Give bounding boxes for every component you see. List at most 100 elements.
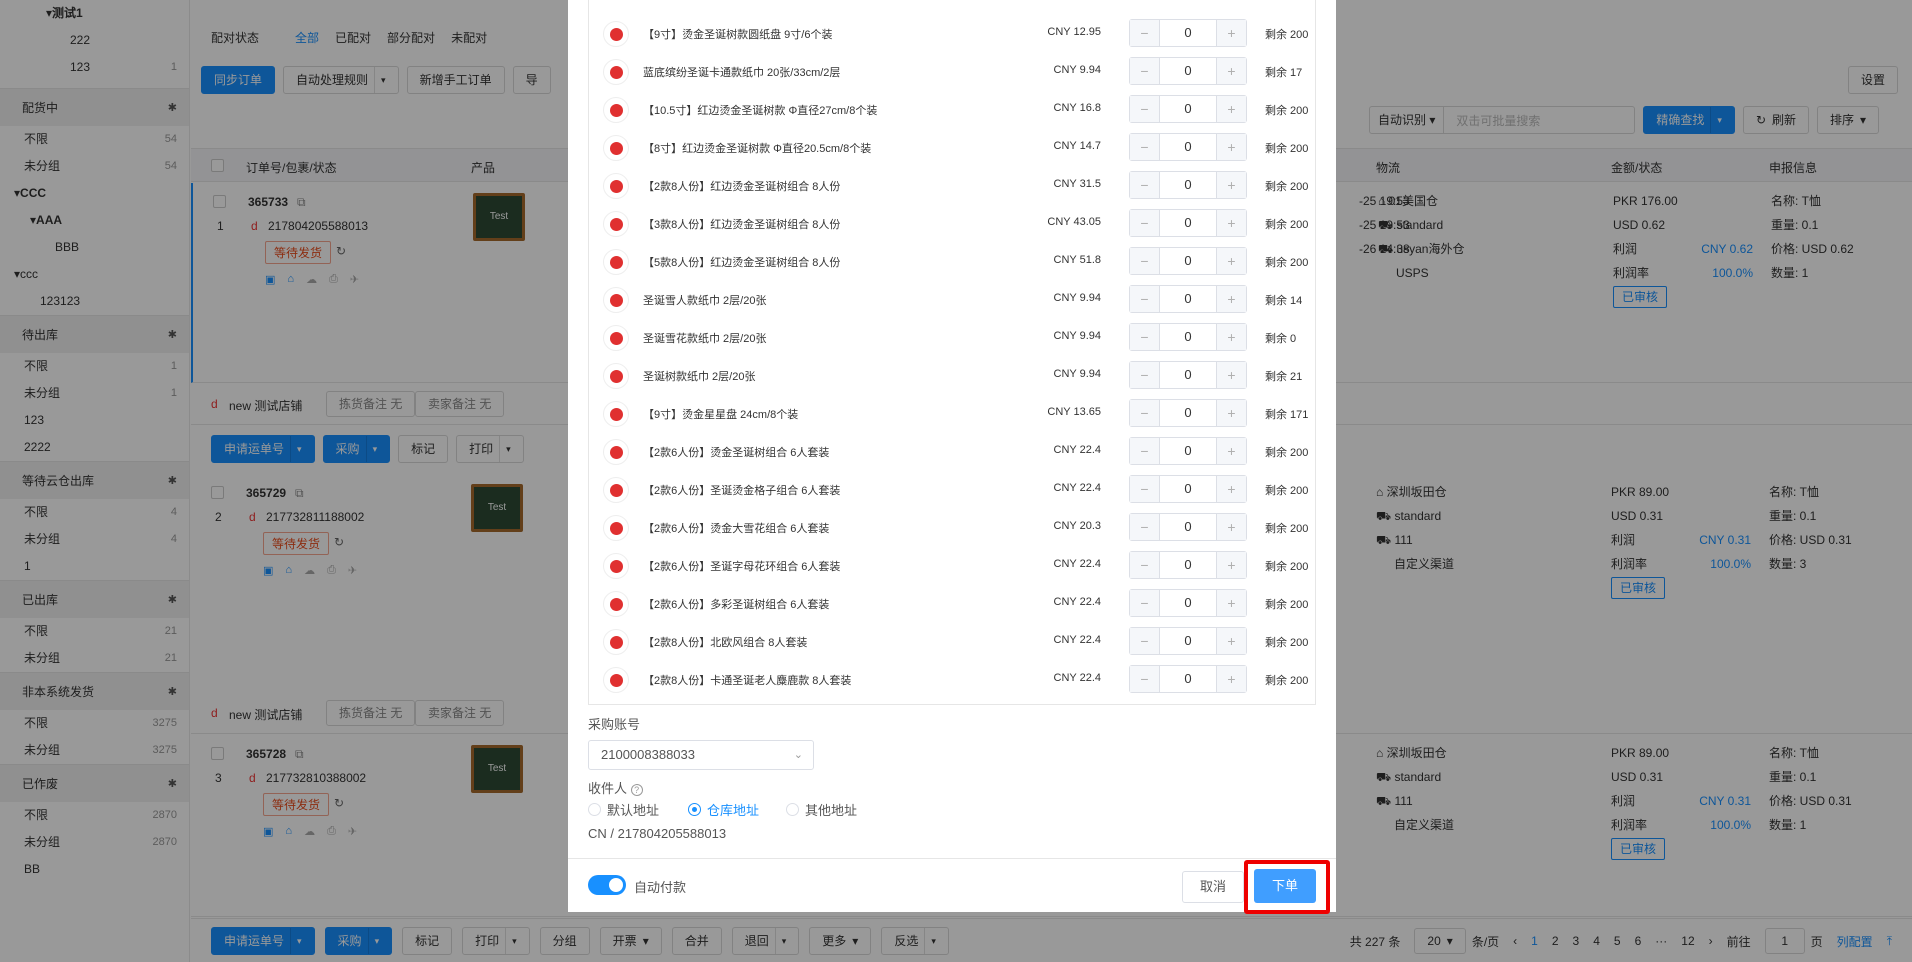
minus-icon[interactable]: − [1130, 58, 1160, 84]
quantity-input[interactable]: 0 [1160, 476, 1216, 502]
product-image [603, 401, 629, 427]
minus-icon[interactable]: − [1130, 438, 1160, 464]
quantity-input[interactable]: 0 [1160, 628, 1216, 654]
quantity-input[interactable]: 0 [1160, 324, 1216, 350]
plus-icon[interactable]: + [1216, 514, 1246, 540]
quantity-input[interactable]: 0 [1160, 96, 1216, 122]
product-stock: 剩余 200 [1265, 485, 1309, 497]
radio-warehouse-address[interactable]: 仓库地址 [688, 800, 759, 819]
quantity-input[interactable]: 0 [1160, 286, 1216, 312]
quantity-stepper[interactable]: −0 + [1129, 209, 1247, 237]
help-icon[interactable]: ? [630, 784, 643, 796]
minus-icon[interactable]: − [1130, 476, 1160, 502]
minus-icon[interactable]: − [1130, 324, 1160, 350]
minus-icon[interactable]: − [1130, 590, 1160, 616]
quantity-input[interactable]: 0 [1160, 362, 1216, 388]
quantity-input[interactable]: 0 [1160, 134, 1216, 160]
quantity-input[interactable]: 0 [1160, 210, 1216, 236]
product-price: CNY 20.3 [1053, 520, 1102, 532]
minus-icon[interactable]: − [1130, 248, 1160, 274]
minus-icon[interactable]: − [1130, 362, 1160, 388]
minus-icon[interactable]: − [1130, 400, 1160, 426]
quantity-stepper[interactable]: −0 + [1129, 399, 1247, 427]
product-image [603, 59, 629, 85]
radio-other-address[interactable]: 其他地址 [786, 800, 857, 819]
product-name: 【2款6人份】圣诞字母花环组合 6人套装 [643, 561, 841, 573]
plus-icon[interactable]: + [1216, 666, 1246, 692]
product-image [603, 249, 629, 275]
quantity-stepper[interactable]: −0 + [1129, 133, 1247, 161]
minus-icon[interactable]: − [1130, 552, 1160, 578]
quantity-stepper[interactable]: −0 + [1129, 475, 1247, 503]
cancel-button[interactable]: 取消 [1182, 871, 1244, 903]
minus-icon[interactable]: − [1130, 666, 1160, 692]
quantity-input[interactable]: 0 [1160, 552, 1216, 578]
quantity-stepper[interactable]: −0 + [1129, 323, 1247, 351]
quantity-input[interactable]: 0 [1160, 248, 1216, 274]
quantity-stepper[interactable]: −0 + [1129, 171, 1247, 199]
plus-icon[interactable]: + [1216, 286, 1246, 312]
product-name: 【2款6人份】烫金圣诞树组合 6人套装 [643, 447, 830, 459]
product-image [603, 629, 629, 655]
product-stock: 剩余 0 [1265, 333, 1297, 345]
quantity-input[interactable]: 0 [1160, 666, 1216, 692]
plus-icon[interactable]: + [1216, 552, 1246, 578]
quantity-input[interactable]: 0 [1160, 20, 1216, 46]
product-stock: 剩余 200 [1265, 599, 1309, 611]
product-price: CNY 16.8 [1053, 102, 1102, 114]
quantity-stepper[interactable]: −0 + [1129, 551, 1247, 579]
minus-icon[interactable]: − [1130, 172, 1160, 198]
product-price: CNY 9.94 [1053, 368, 1102, 380]
plus-icon[interactable]: + [1216, 438, 1246, 464]
quantity-input[interactable]: 0 [1160, 590, 1216, 616]
plus-icon[interactable]: + [1216, 400, 1246, 426]
product-stock: 剩余 200 [1265, 257, 1309, 269]
quantity-stepper[interactable]: −0 + [1129, 665, 1247, 693]
minus-icon[interactable]: − [1130, 514, 1160, 540]
minus-icon[interactable]: − [1130, 286, 1160, 312]
quantity-stepper[interactable]: −0 + [1129, 589, 1247, 617]
plus-icon[interactable]: + [1216, 58, 1246, 84]
minus-icon[interactable]: − [1130, 628, 1160, 654]
quantity-stepper[interactable]: −0 + [1129, 361, 1247, 389]
product-price: CNY 13.65 [1047, 406, 1101, 418]
product-price: CNY 22.4 [1053, 596, 1102, 608]
plus-icon[interactable]: + [1216, 20, 1246, 46]
plus-icon[interactable]: + [1216, 96, 1246, 122]
plus-icon[interactable]: + [1216, 248, 1246, 274]
quantity-input[interactable]: 0 [1160, 438, 1216, 464]
plus-icon[interactable]: + [1216, 172, 1246, 198]
quantity-stepper[interactable]: −0 + [1129, 285, 1247, 313]
product-name: 【9寸】烫金圣诞树款圆纸盘 9寸/6个装 [643, 29, 833, 41]
minus-icon[interactable]: − [1130, 210, 1160, 236]
minus-icon[interactable]: − [1130, 96, 1160, 122]
minus-icon[interactable]: − [1130, 134, 1160, 160]
product-price: CNY 31.5 [1053, 178, 1102, 190]
quantity-stepper[interactable]: −0 + [1129, 19, 1247, 47]
auto-pay-toggle[interactable] [588, 875, 626, 895]
product-stock: 剩余 21 [1265, 371, 1303, 383]
quantity-stepper[interactable]: −0 + [1129, 247, 1247, 275]
plus-icon[interactable]: + [1216, 476, 1246, 502]
plus-icon[interactable]: + [1216, 134, 1246, 160]
product-name: 【2款8人份】卡通圣诞老人麋鹿款 8人套装 [643, 675, 852, 687]
quantity-stepper[interactable]: −0 + [1129, 513, 1247, 541]
quantity-stepper[interactable]: −0 + [1129, 437, 1247, 465]
quantity-input[interactable]: 0 [1160, 514, 1216, 540]
quantity-input[interactable]: 0 [1160, 58, 1216, 84]
minus-icon[interactable]: − [1130, 20, 1160, 46]
quantity-stepper[interactable]: −0 + [1129, 57, 1247, 85]
plus-icon[interactable]: + [1216, 210, 1246, 236]
plus-icon[interactable]: + [1216, 628, 1246, 654]
product-name: 圣诞树款纸巾 2层/20张 [643, 371, 756, 383]
product-stock: 剩余 200 [1265, 105, 1309, 117]
radio-default-address[interactable]: 默认地址 [588, 800, 659, 819]
quantity-input[interactable]: 0 [1160, 172, 1216, 198]
quantity-stepper[interactable]: −0 + [1129, 627, 1247, 655]
quantity-stepper[interactable]: −0 + [1129, 95, 1247, 123]
plus-icon[interactable]: + [1216, 362, 1246, 388]
plus-icon[interactable]: + [1216, 324, 1246, 350]
account-select[interactable]: 2100008388033 ⌄ [588, 740, 814, 770]
plus-icon[interactable]: + [1216, 590, 1246, 616]
quantity-input[interactable]: 0 [1160, 400, 1216, 426]
